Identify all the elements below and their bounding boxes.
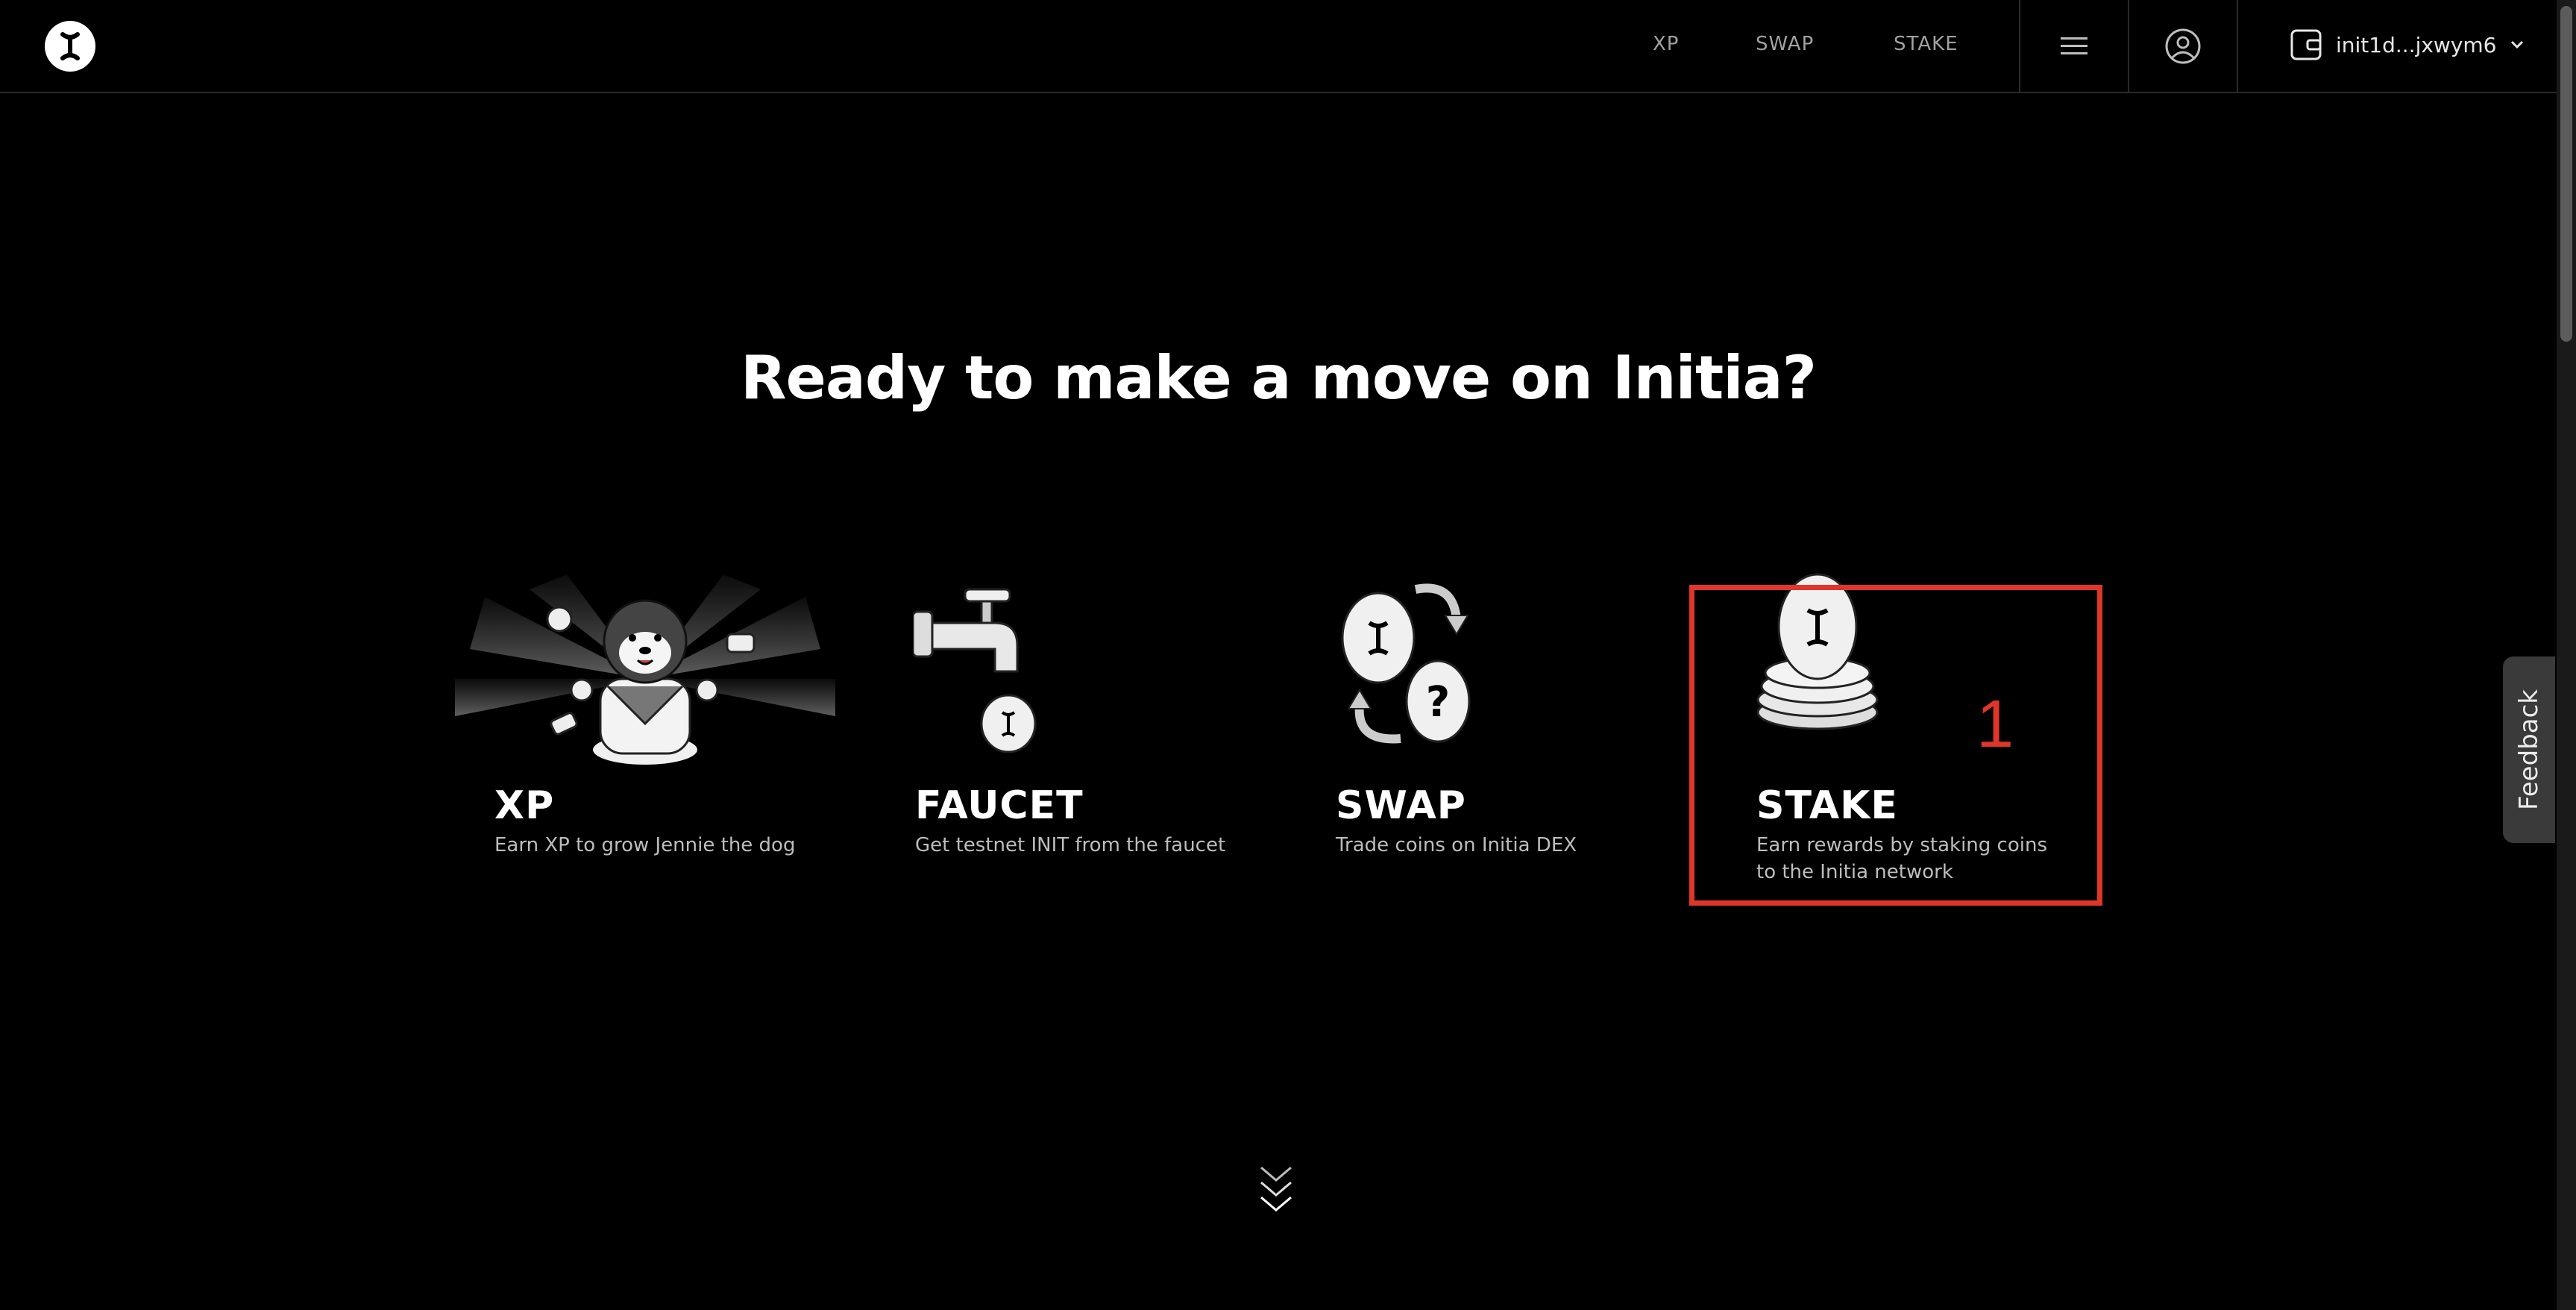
wallet-icon: [2290, 29, 2322, 60]
chevron-down-icon: [2511, 40, 2524, 49]
wallet-address: init1d...jxwym6: [2336, 32, 2497, 57]
feedback-tab[interactable]: Feedback: [2503, 656, 2555, 843]
annotation-marker: 1: [1976, 687, 2014, 762]
feedback-label: Feedback: [2514, 689, 2544, 810]
user-icon: [2165, 28, 2201, 63]
page-title: Ready to make a move on Initia?: [740, 343, 1817, 413]
highlight-box: [1689, 585, 2102, 906]
card-description: Trade coins on Initia DEX: [1336, 834, 1577, 856]
menu-icon: [2061, 37, 2087, 54]
nav-xp-link[interactable]: XP: [1653, 33, 1680, 55]
profile-button[interactable]: [2129, 0, 2237, 92]
header-divider: [2237, 0, 2238, 92]
card-title: FAUCET: [915, 783, 1084, 828]
nav-stake-link[interactable]: STAKE: [1894, 33, 1958, 55]
jennie-dog-illustration: [455, 574, 835, 765]
scroll-down-button[interactable]: [1257, 1164, 1295, 1226]
nav-swap-link[interactable]: SWAP: [1756, 33, 1814, 55]
card-title: SWAP: [1336, 783, 1466, 828]
initia-logo-icon[interactable]: [45, 21, 95, 72]
page-scrollbar[interactable]: [2557, 0, 2576, 1310]
wallet-button[interactable]: init1d...jxwym6: [2290, 28, 2525, 61]
swap-coins-illustration: ?: [1341, 583, 1471, 744]
top-header: XP SWAP STAKE init1d...jxwym6: [0, 0, 2557, 93]
svg-text:?: ?: [1426, 678, 1450, 727]
faucet-illustration: [913, 588, 1037, 753]
scrollbar-thumb[interactable]: [2560, 6, 2572, 342]
scroll-down-icon: [1260, 1166, 1292, 1212]
card-title: XP: [494, 783, 555, 828]
card-description: Earn XP to grow Jennie the dog: [494, 834, 796, 856]
menu-button[interactable]: [2020, 0, 2128, 92]
card-description: Get testnet INIT from the faucet: [915, 834, 1226, 856]
